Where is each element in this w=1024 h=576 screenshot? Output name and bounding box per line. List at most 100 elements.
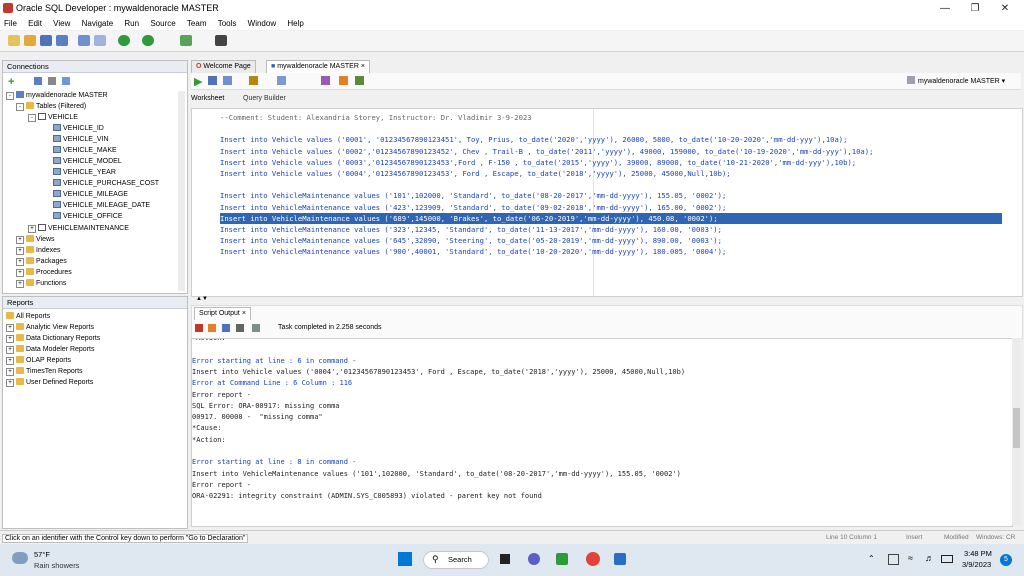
menu-view[interactable]: View [53,17,70,30]
menu-source[interactable]: Source [150,17,175,30]
sqldeveloper-taskbar-icon[interactable] [556,553,568,565]
tree-views[interactable]: + Views [16,235,55,245]
code-line[interactable]: Insert into VehicleMaintenance values ('… [220,224,722,235]
report-item[interactable]: + OLAP Reports [6,356,71,366]
clock-time[interactable]: 3:48 PM [964,549,992,558]
close-tab-icon[interactable]: × [361,63,365,70]
run-statement-icon[interactable]: ▶ [194,75,202,88]
code-line[interactable]: Insert into VehicleMaintenance values ('… [220,235,722,246]
splitter-arrows-icon[interactable]: ▲▼ [196,296,208,302]
code-line[interactable]: Insert into VehicleMaintenance values ('… [220,212,1002,224]
menu-help[interactable]: Help [287,17,303,30]
run-script-icon[interactable] [208,76,217,85]
report-item[interactable]: + TimesTen Reports [6,367,83,377]
save-output-icon[interactable] [222,324,230,332]
print-icon[interactable] [236,324,244,332]
volume-icon[interactable]: ♬ [925,553,934,563]
filter-icon[interactable] [48,77,56,85]
refresh-icon[interactable] [34,77,42,85]
report-item[interactable]: + Data Modeler Reports [6,345,94,355]
wifi-icon[interactable]: ≈ [908,553,913,563]
code-line[interactable]: --Comment: Student: Alexandria Storey, I… [220,112,532,123]
tab-worksheet[interactable]: Worksheet [191,95,224,102]
sql-icon[interactable] [180,35,192,46]
clear-output-icon[interactable] [208,324,216,332]
tree-functions[interactable]: + Functions [16,279,66,289]
new-icon[interactable] [8,35,20,46]
code-line[interactable]: Insert into Vehicle values ('0002','0123… [220,146,873,157]
output-scrollbar[interactable] [1012,338,1021,525]
clock-date[interactable]: 3/9/2023 [962,560,991,569]
battery-icon[interactable] [941,555,953,563]
connection-selector[interactable]: mywaldenoracle MASTER ▾ [907,76,1005,85]
code-line[interactable]: Insert into Vehicle values ('0003','0123… [220,157,856,168]
menu-team[interactable]: Team [187,17,207,30]
connections-scrollbar[interactable] [178,91,185,291]
binoculars-icon[interactable] [215,35,227,46]
tab-script-output[interactable]: Script Output × [194,307,251,320]
tree-procedures[interactable]: + Procedures [16,268,72,278]
tree-column[interactable]: VEHICLE_OFFICE [53,212,123,222]
sql-editor[interactable]: --Comment: Student: Alexandria Storey, I… [191,108,1023,297]
buffer-icon[interactable] [252,324,260,332]
menu-run[interactable]: Run [124,17,139,30]
redo-icon[interactable] [94,35,106,46]
explain-plan-icon[interactable] [249,76,258,85]
report-item[interactable]: + User Defined Reports [6,378,93,388]
tree-packages[interactable]: + Packages [16,257,67,267]
report-item[interactable]: + Analytic View Reports [6,323,94,333]
close-button[interactable]: ✕ [985,1,1024,16]
code-line[interactable]: Insert into VehicleMaintenance values ('… [220,202,726,213]
tree-column[interactable]: VEHICLE_VIN [53,135,109,145]
code-line[interactable]: Insert into Vehicle values ('0004','0123… [220,168,731,179]
autotrace-icon[interactable] [223,76,232,85]
tree-indexes[interactable]: + Indexes [16,246,61,256]
forward-icon[interactable] [142,35,154,46]
tree-column[interactable]: VEHICLE_MILEAGE_DATE [53,201,150,211]
sql-tuning-icon[interactable] [321,76,330,85]
tree-table-vehicle[interactable]: - VEHICLE [28,113,78,123]
tree-column[interactable]: VEHICLE_MAKE [53,146,117,156]
eraser-icon[interactable] [339,76,348,85]
close-tab-icon[interactable]: × [242,310,246,317]
back-icon[interactable] [118,35,130,46]
onedrive-icon[interactable] [888,554,899,565]
tree-connection[interactable]: - mywaldenoracle MASTER [6,91,108,101]
menu-navigate[interactable]: Navigate [82,17,114,30]
menu-window[interactable]: Window [248,17,276,30]
report-all[interactable]: All Reports [6,312,50,322]
tree-column[interactable]: VEHICLE_MODEL [53,157,122,167]
menu-file[interactable]: File [4,17,17,30]
report-item[interactable]: + Data Dictionary Reports [6,334,100,344]
commit-icon[interactable] [277,76,286,85]
tree-column[interactable]: VEHICLE_YEAR [53,168,116,178]
code-line[interactable]: Insert into VehicleMaintenance values ('… [220,190,726,201]
schema-icon[interactable] [62,77,70,85]
menu-edit[interactable]: Edit [28,17,42,30]
tab-query-builder[interactable]: Query Builder [243,95,286,102]
tree-column[interactable]: VEHICLE_ID [53,124,104,134]
open-icon[interactable] [24,35,36,46]
chevron-up-icon[interactable]: ⌃ [868,554,875,563]
tree-column[interactable]: VEHICLE_PURCHASE_COST [53,179,159,189]
start-icon[interactable] [398,552,412,566]
tree-table-vehiclemaintenance[interactable]: + VEHICLEMAINTENANCE [28,224,129,234]
vscode-icon[interactable] [614,553,626,565]
taskbar-search[interactable]: ⚲ Search [423,551,489,569]
chrome-icon[interactable] [586,552,600,566]
chat-icon[interactable] [528,553,540,565]
menu-tools[interactable]: Tools [218,17,237,30]
code-line[interactable]: Insert into VehicleMaintenance values ('… [220,246,726,257]
undo-icon[interactable] [78,35,90,46]
tree-tables[interactable]: - Tables (Filtered) [16,102,86,112]
task-view-icon[interactable] [500,554,510,564]
tab-welcome-page[interactable]: O Welcome Page [191,60,256,73]
tab-worksheet-connection[interactable]: ■ mywaldenoracle MASTER × [266,60,370,73]
code-line[interactable]: Insert into Vehicle values ('0001', '012… [220,134,847,145]
pin-icon[interactable] [195,324,203,332]
notification-badge[interactable]: 5 [1000,554,1012,566]
save-all-icon[interactable] [56,35,68,46]
save-icon[interactable] [40,35,52,46]
tree-column[interactable]: VEHICLE_MILEAGE [53,190,128,200]
format-icon[interactable] [355,76,364,85]
